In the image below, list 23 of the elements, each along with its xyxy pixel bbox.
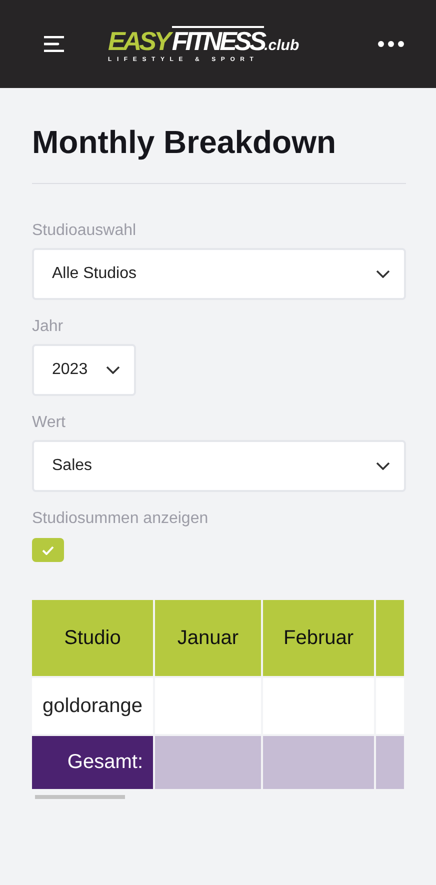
- menu-icon[interactable]: [44, 36, 64, 52]
- column-header[interactable]: Januar: [155, 600, 261, 676]
- select-field[interactable]: 2023: [32, 344, 136, 396]
- logo-text: EASY: [108, 28, 169, 54]
- field-label: Studioauswahl: [32, 222, 138, 240]
- field-label: Jahr: [32, 318, 64, 336]
- page-title: Monthly Breakdown: [32, 124, 406, 184]
- select-field[interactable]: Alle Studios: [32, 248, 406, 300]
- logo-suffix: .club: [264, 38, 300, 54]
- chevron-down-icon: [376, 270, 390, 278]
- column-header[interactable]: Studio: [32, 600, 153, 676]
- logo-text: FITNESS: [172, 26, 264, 54]
- chevron-down-icon: [376, 462, 390, 470]
- checkbox[interactable]: [32, 538, 64, 562]
- table-cell: goldorange: [32, 678, 153, 734]
- field-label: Studiosummen anzeigen: [32, 510, 210, 528]
- select-field[interactable]: Sales: [32, 440, 406, 492]
- field-label: Wert: [32, 414, 66, 432]
- more-icon[interactable]: [378, 41, 404, 47]
- total-cell: Gesamt:: [32, 736, 153, 789]
- chevron-down-icon: [106, 366, 120, 374]
- column-header[interactable]: Februar: [263, 600, 374, 676]
- check-icon: [42, 546, 54, 554]
